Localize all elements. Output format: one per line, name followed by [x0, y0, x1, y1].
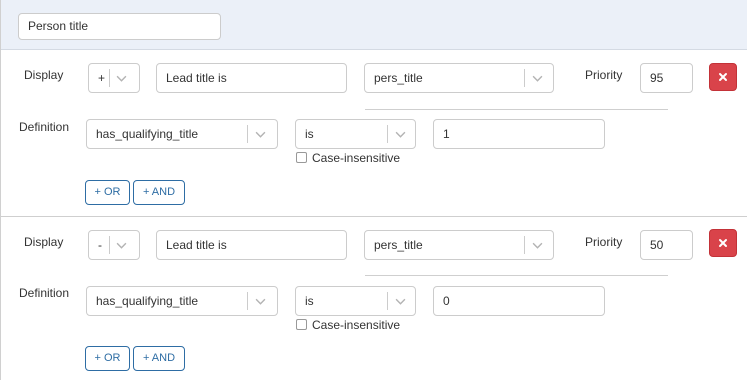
field-value: pers_title [374, 71, 423, 85]
condition-field-value: has_qualifying_title [96, 127, 199, 141]
close-icon [719, 239, 727, 247]
select-separator [109, 69, 110, 87]
priority-input[interactable]: 50 [640, 230, 693, 260]
condition-field-value: has_qualifying_title [96, 294, 199, 308]
display-label: Display [24, 68, 64, 82]
panel-left-border [0, 0, 1, 380]
operator-select[interactable]: is [295, 286, 416, 316]
display-text-input[interactable]: Lead title is [156, 230, 347, 260]
select-separator [387, 292, 388, 310]
chevron-down-icon [116, 242, 127, 249]
rule-separator [1, 216, 747, 217]
chevron-down-icon [532, 242, 543, 249]
case-insensitive-checkbox[interactable] [296, 319, 307, 330]
chevron-down-icon [255, 298, 266, 305]
select-separator [247, 125, 248, 143]
add-and-button[interactable]: + AND [133, 346, 185, 371]
delete-rule-button[interactable] [709, 229, 737, 257]
select-separator [524, 236, 525, 254]
priority-label: Priority [585, 68, 623, 82]
chevron-down-icon [116, 75, 127, 82]
chevron-down-icon [255, 131, 266, 138]
select-separator [387, 125, 388, 143]
select-separator [109, 236, 110, 254]
case-insensitive-label: Case-insensitive [312, 151, 401, 165]
select-separator [524, 69, 525, 87]
field-value: pers_title [374, 238, 423, 252]
value-input[interactable]: 0 [433, 286, 605, 316]
add-and-button[interactable]: + AND [133, 180, 185, 205]
display-text-input[interactable]: Lead title is [156, 63, 347, 93]
condition-field-select[interactable]: has_qualifying_title [86, 286, 278, 316]
field-select[interactable]: pers_title [364, 230, 554, 260]
sign-value: - [98, 238, 102, 252]
field-select[interactable]: pers_title [364, 63, 554, 93]
close-icon [719, 73, 727, 81]
case-insensitive-label: Case-insensitive [312, 318, 401, 332]
definition-label: Definition [19, 286, 70, 300]
condition-field-select[interactable]: has_qualifying_title [86, 119, 278, 149]
rule-divider [365, 109, 668, 110]
select-separator [247, 292, 248, 310]
case-insensitive-checkbox[interactable] [296, 152, 307, 163]
operator-value: is [305, 294, 314, 308]
title-input[interactable]: Person title [18, 13, 221, 40]
value-input[interactable]: 1 [433, 119, 605, 149]
section-header: Person title [1, 0, 747, 50]
operator-select[interactable]: is [295, 119, 416, 149]
sign-select[interactable]: + [88, 63, 140, 93]
chevron-down-icon [395, 131, 406, 138]
sign-select[interactable]: - [88, 230, 140, 260]
operator-value: is [305, 127, 314, 141]
sign-value: + [98, 71, 106, 85]
add-or-button[interactable]: + OR [85, 180, 130, 205]
display-label: Display [24, 235, 64, 249]
delete-rule-button[interactable] [709, 63, 737, 91]
priority-label: Priority [585, 235, 623, 249]
definition-label: Definition [19, 120, 70, 134]
add-or-button[interactable]: + OR [85, 346, 130, 371]
chevron-down-icon [532, 75, 543, 82]
priority-input[interactable]: 95 [640, 63, 693, 93]
rule-divider [365, 275, 668, 276]
chevron-down-icon [395, 298, 406, 305]
